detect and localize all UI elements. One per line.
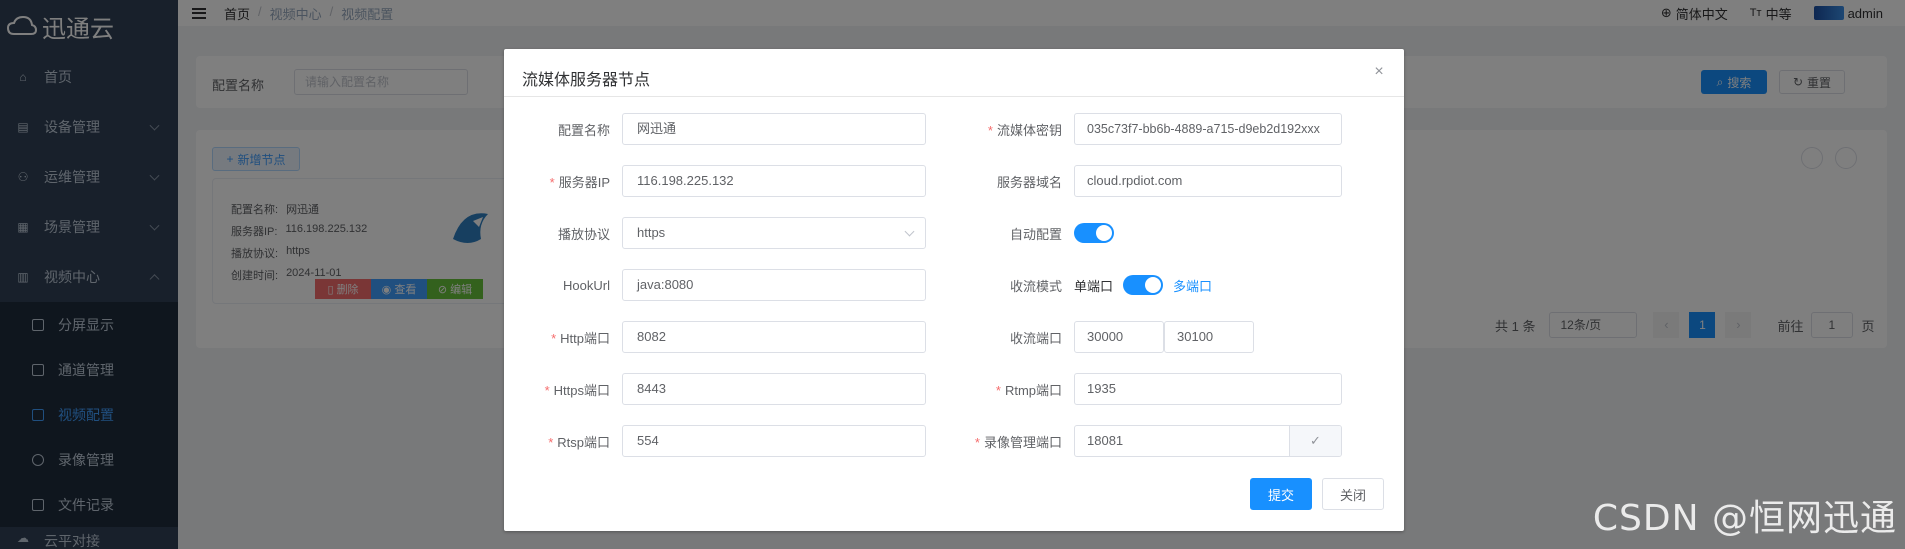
- server-ip-label: * 服务器IP: [549, 174, 610, 190]
- rtmp-port-label: * Rtmp端口: [995, 382, 1062, 398]
- close-button[interactable]: 关闭: [1322, 478, 1384, 510]
- dialog-header: 流媒体服务器节点 ×: [504, 49, 1404, 97]
- auto-config-label: 自动配置: [1009, 226, 1062, 242]
- record-port-label: * 录像管理端口: [974, 434, 1062, 450]
- auto-config-field: 自动配置: [956, 217, 1114, 249]
- media-server-dialog: 流媒体服务器节点 × 配置名称 网迅通 * 服务器IP 116.198.225.1…: [504, 49, 1404, 531]
- config-name-label: 配置名称: [557, 122, 610, 138]
- hookurl-label: HookUrl: [563, 277, 610, 293]
- multi-port-label: 多端口: [1173, 278, 1213, 294]
- recv-mode-label: 收流模式: [1009, 278, 1062, 294]
- protocol-value: https: [637, 225, 666, 240]
- https-port-field: * Https端口 8443: [504, 373, 926, 405]
- rtsp-port-input[interactable]: 554: [622, 425, 926, 457]
- close-icon[interactable]: ×: [1372, 64, 1386, 80]
- protocol-label: 播放协议: [557, 226, 610, 242]
- config-name-field: 配置名称 网迅通: [504, 113, 926, 145]
- domain-input[interactable]: cloud.rpdiot.com: [1074, 165, 1342, 197]
- check-icon[interactable]: ✓: [1289, 426, 1341, 456]
- http-port-input[interactable]: 8082: [622, 321, 926, 353]
- https-port-label: * Https端口: [544, 382, 610, 398]
- recv-port-label: 收流端口: [1009, 330, 1062, 346]
- rtmp-port-field: * Rtmp端口 1935: [956, 373, 1342, 405]
- secret-input[interactable]: 035c73f7-bb6b-4889-a715-d9eb2d192xxx: [1074, 113, 1342, 145]
- protocol-field: 播放协议 https: [504, 217, 926, 249]
- secret-field: * 流媒体密钥 035c73f7-bb6b-4889-a715-d9eb2d192…: [956, 113, 1342, 145]
- recv-mode-switch[interactable]: [1123, 275, 1164, 295]
- server-ip-input[interactable]: 116.198.225.132: [622, 165, 926, 197]
- protocol-select[interactable]: https: [622, 217, 926, 249]
- watermark: CSDN @恒网迅通: [1592, 498, 1897, 539]
- recv-port-end-input[interactable]: 30100: [1164, 321, 1254, 353]
- single-port-label: 单端口: [1074, 278, 1114, 294]
- secret-label: * 流媒体密钥: [987, 122, 1062, 138]
- recv-mode-field: 收流模式 单端口 多端口: [956, 269, 1212, 301]
- recv-port-start-input[interactable]: 30000: [1074, 321, 1164, 353]
- http-port-field: * Http端口 8082: [504, 321, 926, 353]
- hookurl-input[interactable]: java:8080: [622, 269, 926, 301]
- http-port-label: * Http端口: [551, 330, 610, 346]
- rtmp-port-input[interactable]: 1935: [1074, 373, 1342, 405]
- record-port-field: * 录像管理端口 18081 ✓: [956, 425, 1342, 457]
- domain-field: 服务器域名 cloud.rpdiot.com: [956, 165, 1342, 197]
- rtsp-port-field: * Rtsp端口 554: [504, 425, 926, 457]
- server-ip-field: * 服务器IP 116.198.225.132: [504, 165, 926, 197]
- record-port-value: 18081: [1087, 433, 1124, 448]
- rtsp-port-label: * Rtsp端口: [548, 434, 610, 450]
- https-port-input[interactable]: 8443: [622, 373, 926, 405]
- dialog-title: 流媒体服务器节点: [522, 72, 651, 89]
- hookurl-field: HookUrl java:8080: [504, 269, 926, 301]
- auto-config-switch[interactable]: [1074, 223, 1114, 243]
- config-name-input[interactable]: 网迅通: [622, 113, 926, 145]
- record-port-input[interactable]: 18081 ✓: [1074, 425, 1342, 457]
- domain-label: 服务器域名: [996, 174, 1062, 190]
- submit-button[interactable]: 提交: [1250, 478, 1312, 510]
- chevron-down-icon: [904, 226, 915, 237]
- recv-port-field: 收流端口 30000 30100: [956, 321, 1254, 353]
